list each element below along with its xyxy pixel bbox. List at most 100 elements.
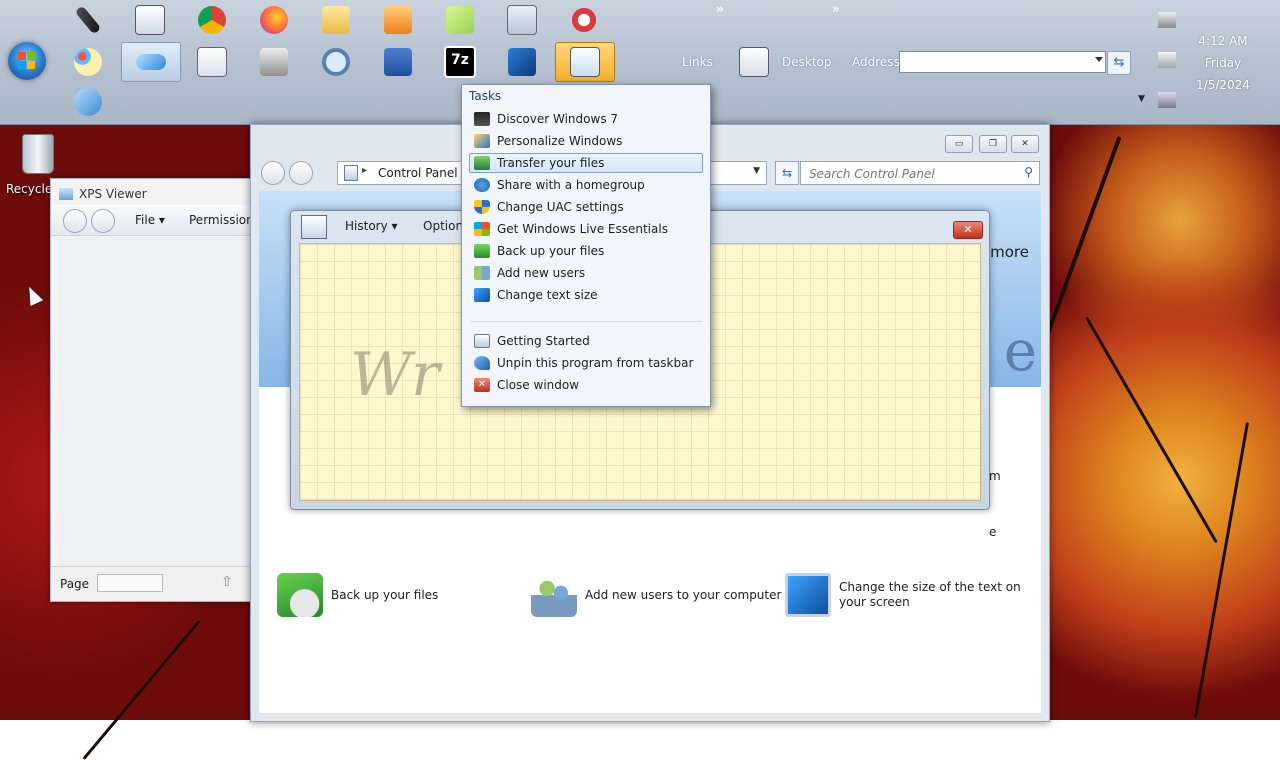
homegroup-icon xyxy=(474,178,490,192)
toolbar-chevron[interactable]: » xyxy=(832,2,840,16)
recycle-bin-icon[interactable] xyxy=(18,132,56,176)
transfer-icon xyxy=(474,156,490,170)
recycle-bin-label[interactable]: Recycle xyxy=(6,182,52,196)
add-users-item[interactable]: Add new users to your computer xyxy=(531,573,781,617)
toolbar-chevron[interactable]: » xyxy=(716,2,724,16)
task-add-users[interactable]: Add new users xyxy=(469,263,703,283)
show-hidden-icons-icon[interactable]: ▼ xyxy=(1138,94,1145,104)
display-icon[interactable] xyxy=(502,44,542,80)
close-window-item[interactable]: ✕ Close window xyxy=(469,375,703,395)
address-go-button[interactable]: ⇆ xyxy=(1107,51,1131,75)
users-icon xyxy=(531,573,577,617)
windows-flag-icon xyxy=(474,222,490,236)
start-button[interactable] xyxy=(8,42,46,80)
snipping-tool-icon[interactable] xyxy=(564,2,604,38)
change-text-size-item[interactable]: Change the size of the text on your scre… xyxy=(785,573,1029,617)
search-box[interactable]: ⚲ xyxy=(800,161,1040,185)
search-icon[interactable]: ⚲ xyxy=(1024,165,1033,179)
task-label: Share with a homegroup xyxy=(497,178,645,192)
task-backup-files[interactable]: Back up your files xyxy=(469,241,703,261)
refresh-button[interactable]: ⇆ xyxy=(775,161,799,185)
action-label: Close window xyxy=(497,378,580,392)
getting-started-icon xyxy=(474,334,490,348)
calculator-icon[interactable] xyxy=(502,2,542,38)
sticky-notes-icon[interactable] xyxy=(440,2,480,38)
minimize-button[interactable]: ▭ xyxy=(945,135,973,153)
partial-item-text: m xyxy=(989,469,1001,483)
task-change-uac[interactable]: Change UAC settings xyxy=(469,197,703,217)
windows-flag-icon xyxy=(18,52,36,70)
forward-button[interactable] xyxy=(91,209,115,233)
getting-started-item[interactable]: Getting Started xyxy=(469,331,703,351)
maximize-button[interactable]: ❐ xyxy=(979,135,1007,153)
on-screen-keyboard-icon[interactable] xyxy=(378,44,418,80)
xps-status-bar: Page ⇧ xyxy=(51,566,261,601)
breadcrumb-control-panel[interactable]: Control Panel xyxy=(378,166,458,180)
remote-desktop-icon[interactable] xyxy=(121,42,181,82)
desktop-toolbar-label[interactable]: Desktop xyxy=(782,55,832,69)
math-input-panel-shortcut-icon[interactable] xyxy=(734,44,774,80)
change-text-size-label[interactable]: Change the size of the text on your scre… xyxy=(839,580,1029,610)
microphone-icon[interactable] xyxy=(68,2,108,38)
chrome-icon[interactable] xyxy=(192,2,232,38)
backup-icon xyxy=(277,573,323,617)
back-button[interactable] xyxy=(261,161,285,185)
tasks-header: Tasks xyxy=(469,89,502,103)
chevron-down-icon[interactable] xyxy=(1095,57,1103,62)
up-arrow-icon[interactable]: ⇧ xyxy=(221,574,233,590)
forward-button[interactable] xyxy=(289,161,313,185)
task-label: Back up your files xyxy=(497,244,605,258)
history-menu[interactable]: History ▾ xyxy=(345,219,398,233)
document-area xyxy=(59,237,255,567)
clock-time: 4:12 AM xyxy=(1198,34,1248,48)
address-input[interactable] xyxy=(899,51,1106,73)
file-menu[interactable]: File ▾ xyxy=(135,213,165,227)
backup-files-item[interactable]: Back up your files xyxy=(277,573,438,617)
firefox-icon[interactable] xyxy=(254,2,294,38)
backup-icon xyxy=(474,244,490,258)
users-icon xyxy=(474,266,490,280)
options-menu[interactable]: Option xyxy=(423,219,463,233)
xps-viewer-window: XPS Viewer File ▾ Permissions Page ⇧ xyxy=(50,178,262,602)
backup-files-label[interactable]: Back up your files xyxy=(331,588,438,603)
branch-decoration xyxy=(82,620,201,760)
task-change-text-size[interactable]: Change text size xyxy=(469,285,703,305)
volume-muted-icon[interactable] xyxy=(1158,92,1176,108)
task-transfer-files[interactable]: Transfer your files xyxy=(469,153,703,173)
printer-icon[interactable] xyxy=(254,44,294,80)
action-center-icon[interactable] xyxy=(1158,12,1176,28)
task-windows-live[interactable]: Get Windows Live Essentials xyxy=(469,219,703,239)
display-icon xyxy=(474,288,490,302)
back-button[interactable] xyxy=(63,209,87,233)
jump-list-divider xyxy=(470,321,702,322)
magnifier-icon[interactable] xyxy=(316,44,356,80)
folder-icon[interactable] xyxy=(316,2,356,38)
task-personalize-windows[interactable]: Personalize Windows xyxy=(469,131,703,151)
media-player-icon[interactable] xyxy=(378,2,418,38)
partial-item-text: e xyxy=(989,525,997,539)
task-discover-windows[interactable]: Discover Windows 7 xyxy=(469,109,703,129)
task-label: Change UAC settings xyxy=(497,200,624,214)
7zip-icon[interactable]: 7z xyxy=(440,44,480,80)
control-panel-icon[interactable] xyxy=(555,42,615,82)
math-input-panel-icon xyxy=(301,215,327,239)
paint-icon[interactable] xyxy=(68,44,108,80)
network-icon[interactable] xyxy=(1158,52,1176,68)
page-number-input[interactable] xyxy=(97,574,163,592)
breadcrumb-separator-icon[interactable]: ▸ xyxy=(362,165,367,176)
math-input-icon[interactable] xyxy=(130,2,170,38)
search-input[interactable] xyxy=(807,164,1011,184)
task-share-homegroup[interactable]: Share with a homegroup xyxy=(469,175,703,195)
close-button[interactable]: ✕ xyxy=(1011,135,1039,153)
clock-day: Friday xyxy=(1204,56,1242,70)
add-users-label[interactable]: Add new users to your computer xyxy=(585,588,781,603)
banner-more-text[interactable]: more xyxy=(990,243,1029,261)
links-toolbar-label[interactable]: Links xyxy=(682,55,713,69)
task-label: Transfer your files xyxy=(497,156,605,170)
close-button[interactable]: ✕ xyxy=(953,221,983,239)
wordpad-icon[interactable] xyxy=(192,44,232,80)
clock[interactable]: 4:12 AM Friday 1/5/2024 xyxy=(1190,30,1256,96)
chevron-down-icon[interactable]: ▼ xyxy=(753,166,760,176)
unpin-program-item[interactable]: Unpin this program from taskbar xyxy=(469,353,703,373)
pen-tablet-icon[interactable] xyxy=(68,84,108,120)
